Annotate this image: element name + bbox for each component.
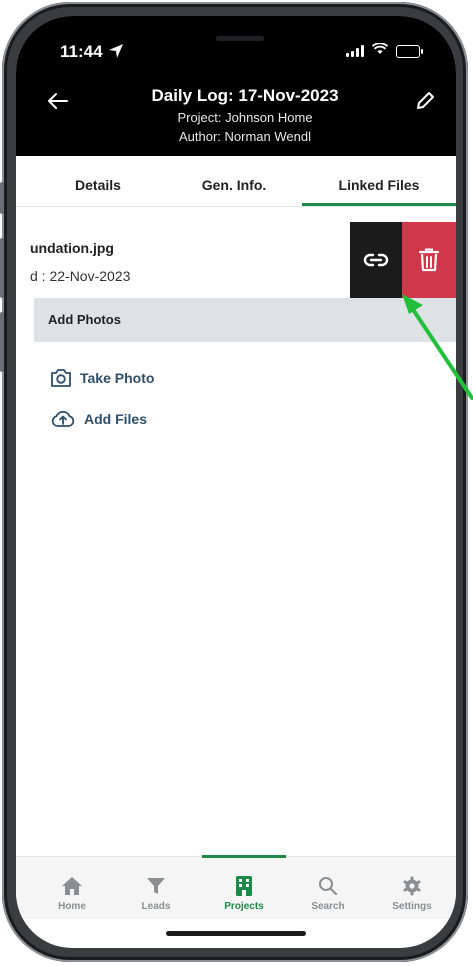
nav-label-leads: Leads [141,901,171,912]
nav-item-settings[interactable]: Settings [372,857,452,912]
nav-item-search[interactable]: Search [288,857,368,912]
take-photo-label: Take Photo [80,370,155,386]
nav-item-projects[interactable]: Projects [204,857,284,912]
status-icons [346,42,423,60]
nav-label-home: Home [58,901,86,912]
take-photo-button[interactable]: Take Photo [50,368,154,388]
file-name: undation.jpg [30,240,114,256]
location-arrow-icon [108,43,124,64]
add-files-label: Add Files [84,411,148,427]
speaker-grille [216,36,264,41]
home-icon [32,871,112,901]
linked-file-row[interactable]: undation.jpg d : 22-Nov-2023 [16,222,456,300]
section-title: Add Photos [48,312,121,327]
tab-bar: Details Gen. Info. Linked Files [16,156,456,207]
volume-down-button [0,312,4,372]
trash-icon [419,248,439,272]
add-photos-section-header: Add Photos [34,298,456,342]
gear-icon [372,871,452,901]
bottom-nav: Home Leads Projects Search Settings [16,855,456,919]
status-time: 11:44 [60,42,103,61]
phone-frame: 11:44 Daily Log: 17-Nov-2023 Project: Jo… [0,2,468,962]
link-icon [363,253,389,267]
battery-icon [396,44,423,58]
tab-linked-files[interactable]: Linked Files [302,156,456,206]
signal-icon [346,45,364,57]
volume-up-button [0,238,4,298]
nav-label-projects: Projects [224,901,264,912]
nav-label-settings: Settings [392,901,432,912]
file-date: d : 22-Nov-2023 [30,268,131,284]
filter-icon [116,871,196,901]
home-indicator [166,931,306,936]
edit-pencil-icon[interactable] [414,90,436,117]
mute-switch [0,182,4,214]
page-title: Daily Log: 17-Nov-2023 [151,86,339,105]
search-icon [288,871,368,901]
app-screen: 11:44 Daily Log: 17-Nov-2023 Project: Jo… [16,16,456,948]
wifi-icon [371,42,389,60]
header-titles: Daily Log: 17-Nov-2023 Project: Johnson … [16,86,456,144]
project-name: Project: Johnson Home [177,110,313,125]
cloud-upload-icon [51,410,75,427]
delete-button[interactable] [402,222,456,298]
camera-icon [51,369,71,387]
add-files-button[interactable]: Add Files [50,409,147,429]
author-name: Author: Norman Wendl [179,129,311,144]
app-header: 11:44 Daily Log: 17-Nov-2023 Project: Jo… [16,16,456,156]
nav-label-search: Search [311,901,345,912]
link-button[interactable] [350,222,402,298]
nav-item-leads[interactable]: Leads [116,857,196,912]
nav-item-home[interactable]: Home [32,857,112,912]
tab-details[interactable]: Details [30,156,166,206]
building-icon [204,871,284,901]
tab-gen-info[interactable]: Gen. Info. [166,156,302,206]
